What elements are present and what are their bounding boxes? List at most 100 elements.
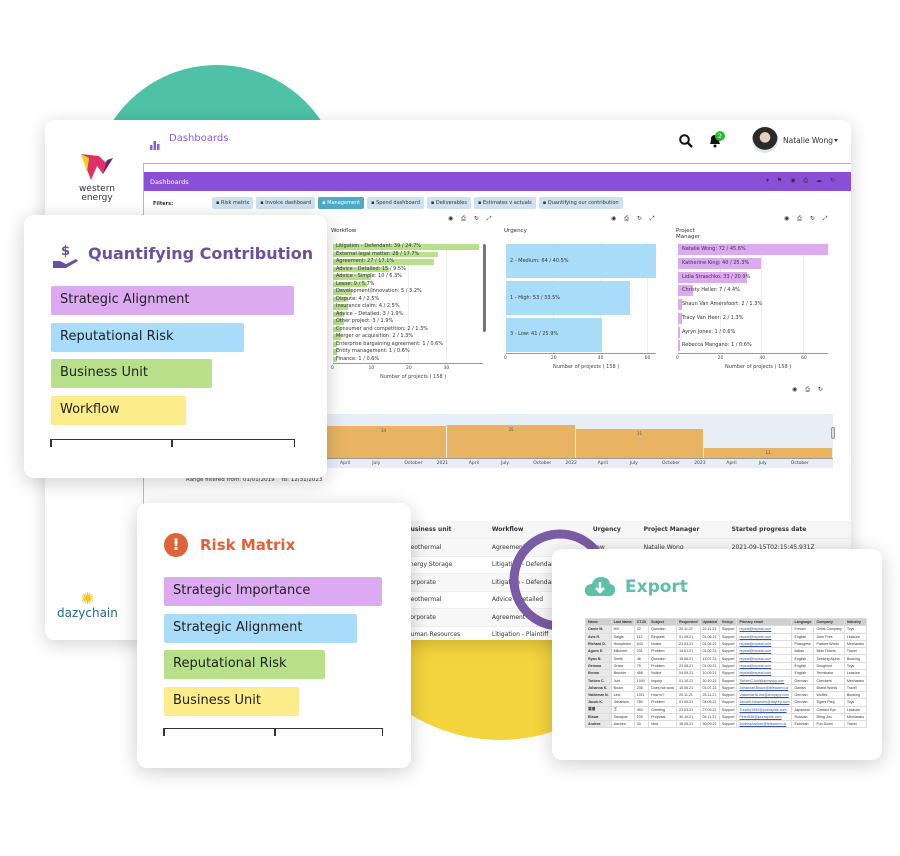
export-row: Richard D. Humphries 543 Notice 23.03.21 01.0… [585,639,868,649]
criteria-item-reputational-risk[interactable]: Reputational Risk [164,650,325,679]
bar-label: Litigation - Defendant: 39 / 24.7% [336,243,422,250]
export-cell: Bring Jou [813,712,845,722]
chart-title: Workflow [331,228,357,234]
timeline-tick-label: October [790,461,809,466]
western-energy-logo [77,152,117,187]
export-cell: 15.06.21 [676,654,701,663]
timeline-range-handle[interactable] [831,427,835,439]
x-tick-label: 0 [331,366,334,371]
bar-label: Other project: 3 / 1.9% [336,318,394,325]
bar-label: Shaun Van Amersfoort: 2 / 1.3% [682,301,763,308]
urgency-chart-tools-icons[interactable]: ◉ ⎙ ↻ ⤢ [611,215,658,223]
timeline-chart: 34 35 31 11 April July October 2021 April July Oct… [321,414,833,468]
bracket-divider [163,728,383,736]
export-cell: 14.01.21 [676,647,701,656]
dazychain-logo: ✺ dazychain [57,591,118,621]
export-cell: Aachen [610,720,635,729]
bar-label: Enterprise bargaining agreement: 1 / 0.6… [336,340,444,347]
dashboards-bar-chart-icon [150,135,160,154]
export-cell: 456 [633,669,650,678]
export-cell: Mechanics [843,712,868,722]
filter-chip-deliverables[interactable]: ▪ Deliverables [426,197,471,209]
export-cell: 01.05.21 [676,632,701,641]
dazychain-logo-text: dazychain [57,606,118,620]
criteria-item-business-unit[interactable]: Business Unit [164,686,299,716]
user-name[interactable]: Natalie Wong [783,136,833,145]
export-cell: 04.05.21 [699,698,720,707]
user-avatar[interactable] [752,127,778,153]
filter-chip-management[interactable]: ▪ Management [318,197,365,209]
export-cell: JacobKJohansen@dayrep.com [736,698,793,707]
criteria-item-strategic-importance[interactable]: Strategic Importance [164,577,382,606]
table-cell: Human Resources [401,626,487,640]
filter-bar: Filters: ▪ Risk matrix ▪ Invoice dashboar… [144,197,851,211]
export-cell: Question [648,654,678,663]
criteria-item-strategic-alignment[interactable]: Strategic Alignment [51,286,294,315]
export-column-header: Company [813,617,845,627]
filter-chip-quantifying-our-contribution[interactable]: ▪ Quantifying our contribution [538,197,623,209]
pm-chart-tools-icons[interactable]: ◉ ⎙ ↻ ⤢ [784,215,831,223]
x-tick-label: 0 [676,356,679,361]
export-cell: Request [648,632,678,641]
x-tick-label: 20 [550,356,557,361]
criteria-item-workflow[interactable]: Workflow [51,395,186,425]
export-cell: Greeting [648,705,678,714]
timeline-axis [321,458,833,459]
export-cell: Support [718,661,738,671]
filter-chip-invoice-dashboard[interactable]: ▪ Invoice dashboard [256,197,316,209]
export-cell: Leasure [843,632,868,641]
export-cell: German [791,676,815,685]
toolbar-icons-filter-export-camera-print-download-refresh[interactable]: ▾ ⚑ ◉ ⎙ ☁ ↻ [766,177,838,185]
workflow-scrollbar[interactable] [483,244,486,332]
export-cell: Richard D. [585,639,612,649]
filter-chip-risk-matrix[interactable]: ▪ Risk matrix [212,197,254,209]
bar[interactable] [678,340,681,352]
export-column-header: Updated [699,617,720,627]
timeline-bar-label: 11 [765,449,771,455]
export-cell: Brand Works [813,683,845,692]
export-cell: Mechanics [843,639,868,649]
export-cell: Agnes E. [585,647,612,656]
timeline-chart-tools-icons[interactable]: ◉ ⎙ ↻ [792,386,826,394]
plot-area: 0 10 20 30 Litigation - Defendant: 39 / 24.7… [331,243,483,380]
export-cell: 01.06.21 [699,632,720,641]
bar-label: 2 - Medium: 64 / 40.5% [510,257,569,264]
column-header[interactable]: Started progress date [726,521,851,539]
filter-chip-label: Deliverables [435,200,467,206]
timeline-tick-label: July [372,461,381,466]
export-cell: Proposal [648,712,678,722]
filter-chip-label: Spend dashboard [376,200,420,206]
criteria-item-reputational-risk[interactable]: Reputational Risk [51,322,244,352]
timeline-bar-label: 31 [637,431,643,437]
export-cell: 01.05.21 [676,698,701,707]
chart-title: Project Manager [676,228,701,240]
search-icon[interactable] [679,133,693,152]
export-cell: Checkers [813,676,845,685]
export-cell: 01.07.21 [699,683,720,692]
export-row: Avis R. Daigle 112 Request 01.05.21 01.06.21 S… [585,632,868,641]
filter-chip-spend-dashboard[interactable]: ▪ Spend dashboard [367,197,424,209]
x-tick-label: 10 [368,366,375,371]
export-cell: 25.11.21 [699,690,720,700]
bar-label: External legal matter: 28 / 17.7% [336,250,420,257]
criteria-item-strategic-alignment[interactable]: Strategic Alignment [164,613,357,643]
criteria-item-business-unit[interactable]: Business Unit [51,359,212,388]
bar[interactable] [678,326,681,338]
user-menu-chevron-down-icon[interactable] [834,139,838,144]
export-cell: 543 [633,639,650,649]
export-cell: Support [718,698,738,707]
export-cell: How to? [648,690,678,700]
filter-chip-label: Quantifying our contribution [547,200,619,206]
column-header[interactable]: Project Manager [638,521,727,539]
workflow-chart-tools-icons[interactable]: ◉ ⎙ ↻ ⤢ [448,215,495,223]
timeline-bar-label: 34 [381,428,387,434]
criteria-label: Business Unit [60,365,148,380]
table-cell: Geothermal [401,538,487,557]
bracket-divider [50,439,295,447]
export-cell: Peter548@jourrapide.com [736,712,793,722]
column-header[interactable]: Business unit [401,521,487,539]
filter-chip-estimates-v-actuals[interactable]: ▪ Estimates v actuals [473,197,536,209]
export-cell: Problem [648,698,678,707]
timeline-tick-label: October [533,461,552,466]
export-cell: 15.06.21 [676,683,701,692]
